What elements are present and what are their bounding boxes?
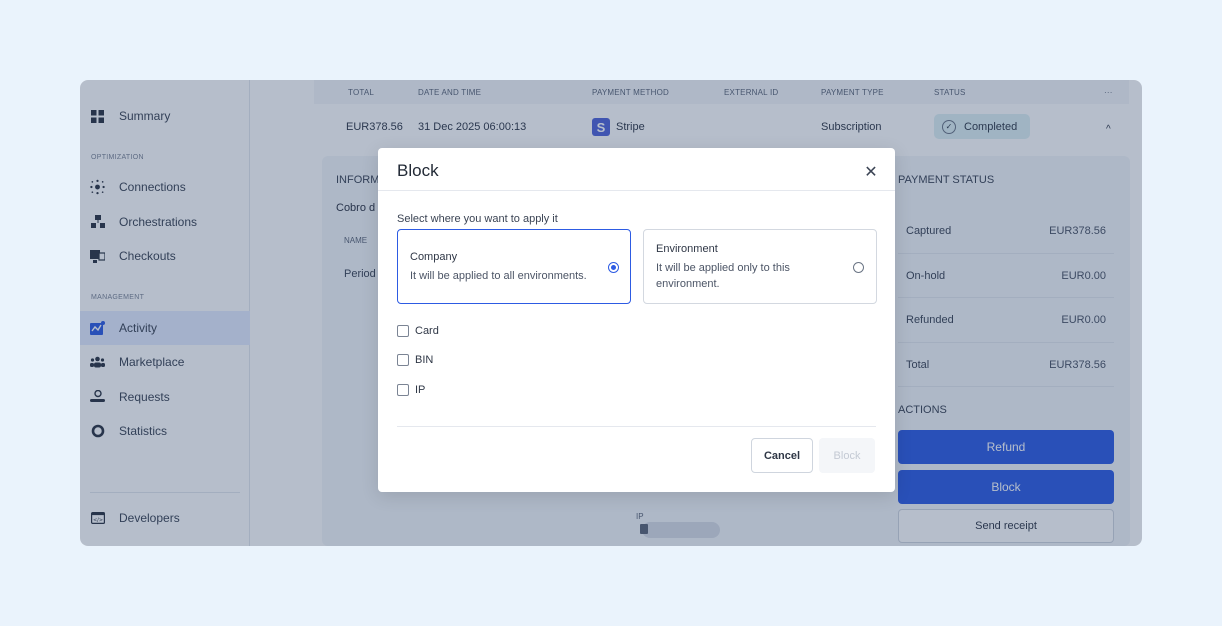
divider bbox=[397, 426, 876, 427]
checkbox[interactable] bbox=[397, 325, 409, 337]
option-environment[interactable]: Environment It will be applied only to t… bbox=[643, 229, 877, 304]
option-title: Environment bbox=[656, 243, 718, 255]
radio-environment[interactable] bbox=[853, 262, 864, 273]
cancel-button[interactable]: Cancel bbox=[751, 438, 813, 473]
apply-scope-label: Select where you want to apply it bbox=[397, 213, 558, 225]
option-description: It will be applied to all environments. bbox=[410, 270, 587, 282]
block-modal: Block ✕ Select where you want to apply i… bbox=[378, 148, 895, 492]
checkbox-label: IP bbox=[415, 384, 426, 396]
checkbox-label: BIN bbox=[415, 354, 434, 366]
block-confirm-button[interactable]: Block bbox=[819, 438, 875, 473]
checkbox-bin[interactable]: BIN bbox=[397, 353, 433, 367]
option-title: Company bbox=[410, 251, 458, 263]
checkbox[interactable] bbox=[397, 354, 409, 366]
modal-title: Block bbox=[397, 161, 439, 180]
divider bbox=[378, 190, 895, 191]
close-icon[interactable]: ✕ bbox=[863, 164, 879, 181]
checkbox-label: Card bbox=[415, 325, 439, 337]
checkbox[interactable] bbox=[397, 384, 409, 396]
checkbox-card[interactable]: Card bbox=[397, 324, 439, 338]
option-company[interactable]: Company It will be applied to all enviro… bbox=[397, 229, 631, 304]
radio-company[interactable] bbox=[608, 262, 619, 273]
checkbox-ip[interactable]: IP bbox=[397, 383, 425, 397]
option-description: It will be applied only to this environm… bbox=[656, 262, 790, 290]
